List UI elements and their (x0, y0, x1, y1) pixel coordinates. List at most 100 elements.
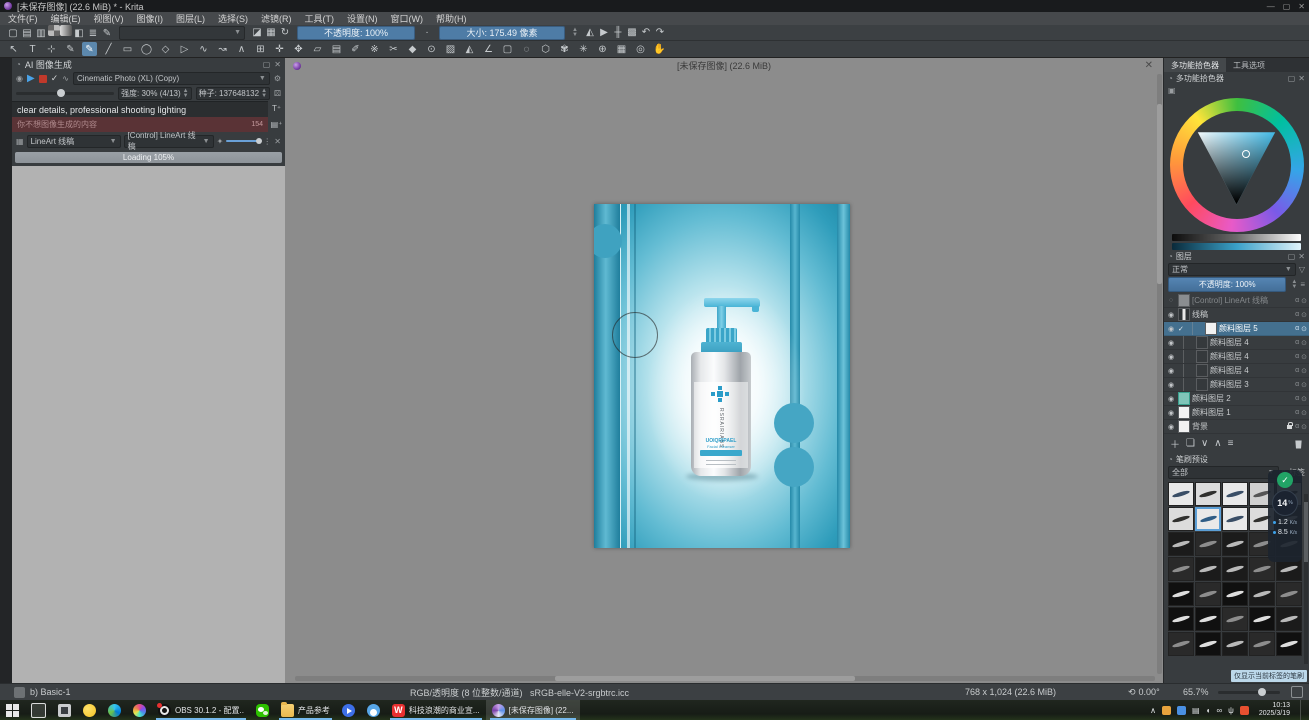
layers-menu-icon[interactable]: ≡ (1300, 280, 1305, 289)
file-explorer-icon[interactable] (52, 700, 77, 720)
brush-preset-cell[interactable] (1168, 482, 1194, 506)
tool-transform[interactable]: ✛ (272, 42, 287, 56)
layer-alpha-icon[interactable]: α (1295, 353, 1299, 360)
tool-similar-select[interactable]: ▦ (614, 42, 629, 56)
shade-strip-blue[interactable] (1172, 243, 1301, 250)
opacity-options-icon[interactable]: · (420, 26, 434, 39)
edge-browser-icon[interactable] (102, 700, 127, 720)
layer-properties-icon[interactable]: ⊙ (1301, 325, 1307, 333)
brush-preset-cell[interactable] (1276, 632, 1302, 656)
brush-preset-cell[interactable] (1276, 582, 1302, 606)
layer-properties-icon[interactable]: ⊙ (1301, 353, 1307, 361)
float-docker-icon[interactable]: ▢ (1288, 252, 1296, 261)
layer-row[interactable]: ◉线稿α⊙ (1164, 308, 1309, 322)
tool-colorize-mask[interactable]: ▨ (443, 42, 458, 56)
layer-properties-icon[interactable]: ⊙ (1301, 395, 1307, 403)
tool-smart-patch[interactable]: ✂ (386, 42, 401, 56)
tool-bezier[interactable]: ∿ (196, 42, 211, 56)
strength-spinbox[interactable]: 强度: 30% (4/13)▲▼ (118, 87, 192, 100)
brush-preset-cell[interactable] (1195, 557, 1221, 581)
add-control-layer-icon[interactable]: ▤⁺ (271, 120, 283, 129)
tab-tool-options[interactable]: 工具选项 (1226, 58, 1272, 72)
blend-mode-select[interactable]: 正常▼ (1168, 263, 1296, 276)
menu-item[interactable]: 文件(F) (8, 12, 38, 25)
layer-visibility-icon[interactable]: ◉ (1166, 395, 1176, 403)
show-desktop-button[interactable] (1300, 700, 1305, 720)
menu-item[interactable]: 图层(L) (176, 12, 205, 25)
layer-row[interactable]: ◉颜料图层 4α⊙ (1164, 336, 1309, 350)
layer-alpha-icon[interactable]: α (1295, 423, 1299, 430)
tray-security-icon[interactable] (1162, 706, 1171, 715)
brush-preset-cell[interactable] (1222, 632, 1248, 656)
usage-ball[interactable]: 14% (1272, 490, 1298, 516)
choose-brush-icon[interactable]: ▩ (625, 26, 639, 39)
control-mode-select[interactable]: LineArt 线稿▼ (27, 135, 121, 148)
duplicate-layer-button[interactable]: ❏ (1186, 438, 1195, 449)
brush-grid-scrollbar[interactable] (1304, 494, 1308, 664)
brush-preset-cell[interactable] (1195, 482, 1221, 506)
mirror-icon[interactable]: ◭ (583, 26, 597, 39)
qq-icon[interactable] (361, 700, 386, 720)
tool-ellipse-select[interactable]: ◌ (519, 42, 534, 56)
layer-properties-icon[interactable]: ⊙ (1301, 311, 1307, 319)
document-close-icon[interactable]: ✕ (1145, 60, 1153, 71)
menu-item[interactable]: 工具(T) (305, 12, 335, 25)
layer-properties-icon[interactable]: ⊙ (1301, 367, 1307, 375)
generate-button[interactable]: ▶ (27, 73, 35, 84)
layer-alpha-icon[interactable]: α (1295, 409, 1299, 416)
layer-visibility-icon[interactable]: ◉ (1166, 423, 1176, 431)
tool-bezier-select[interactable]: ⊕ (595, 42, 610, 56)
floating-monitor-widget[interactable]: ✓ 14% 1.2K/s 8.5K/s (1268, 470, 1302, 562)
opacity-slider[interactable]: 不透明度: 100% (297, 26, 415, 40)
control-layer-select[interactable]: [Control] LineArt 线稿▼ (124, 135, 214, 148)
layer-opacity-slider[interactable]: 不透明度: 100% (1168, 277, 1286, 292)
workspace-chooser-icon[interactable]: ≣ (86, 27, 100, 40)
brush-preset-cell[interactable] (1222, 507, 1248, 531)
float-docker-icon[interactable]: ▢ (263, 60, 271, 69)
style-select[interactable]: Cinematic Photo (XL) (Copy)▼ (73, 72, 270, 85)
maximize-button[interactable]: ▢ (1283, 2, 1291, 11)
tool-rectangle[interactable]: ▭ (120, 42, 135, 56)
save-document-icon[interactable]: ▥ (34, 27, 48, 40)
tray-link-icon[interactable]: ∞ (1216, 706, 1222, 715)
size-slider[interactable]: 大小: 175.49 像素 (439, 26, 565, 40)
canvas-only-mode-icon[interactable] (1291, 686, 1303, 698)
tool-color-sampler[interactable]: ✐ (348, 42, 363, 56)
layer-properties-icon[interactable]: ⊙ (1301, 381, 1307, 389)
brush-preset-cell[interactable] (1168, 632, 1194, 656)
brush-preset-cell[interactable] (1249, 632, 1275, 656)
layer-visibility-icon[interactable]: ◉ (1166, 311, 1176, 319)
zoom-level[interactable]: 65.7% (1183, 687, 1209, 697)
brush-preset-cell[interactable] (1168, 532, 1194, 556)
brush-preset-cell[interactable] (1249, 607, 1275, 631)
layer-properties-icon[interactable]: ⊙ (1301, 409, 1307, 417)
tool-edit-shapes[interactable]: ⊹ (44, 42, 59, 56)
layer-properties-icon[interactable]: ⊙ (1301, 339, 1307, 347)
brush-tag-filter-select[interactable]: 全部▼ (1168, 466, 1279, 479)
layer-alpha-icon[interactable]: α (1295, 395, 1299, 402)
tray-expand-icon[interactable]: ∧ (1150, 706, 1156, 715)
tool-multibrush[interactable]: ⊞ (253, 42, 268, 56)
layer-row[interactable]: ◉颜料图层 3α⊙ (1164, 378, 1309, 392)
tray-defender-icon[interactable] (1177, 706, 1186, 715)
close-docker-icon[interactable]: ✕ (1298, 74, 1305, 83)
tool-freehand-path[interactable]: ↝ (215, 42, 230, 56)
layer-properties-icon[interactable]: ⊙ (1301, 297, 1307, 305)
layer-filter-icon[interactable]: ▽ (1299, 265, 1305, 274)
tool-rect-select[interactable]: ▢ (500, 42, 515, 56)
brush-preset-cell[interactable] (1195, 582, 1221, 606)
canvas-vertical-scrollbar[interactable] (1157, 74, 1162, 674)
apply-button[interactable]: ✓ (51, 73, 59, 84)
layer-alpha-icon[interactable]: α (1295, 339, 1299, 346)
tool-freehand-brush[interactable]: ✎ (82, 42, 97, 56)
menu-item[interactable]: 视图(V) (94, 12, 124, 25)
close-button[interactable]: ✕ (1298, 2, 1305, 11)
stop-button[interactable] (39, 75, 47, 83)
color-settings-icon[interactable]: ▣ (1168, 86, 1176, 95)
layer-visibility-icon[interactable]: ○ (1166, 297, 1176, 304)
close-docker-icon[interactable]: ✕ (274, 60, 281, 69)
layer-visibility-icon[interactable]: ◉ (1166, 339, 1176, 347)
menu-item[interactable]: 帮助(H) (436, 12, 467, 25)
minimize-button[interactable]: — (1267, 2, 1275, 11)
canvas-artwork[interactable]: RSRAIRIABS UOIQRIPAEL Facial Cleanser (594, 204, 850, 548)
